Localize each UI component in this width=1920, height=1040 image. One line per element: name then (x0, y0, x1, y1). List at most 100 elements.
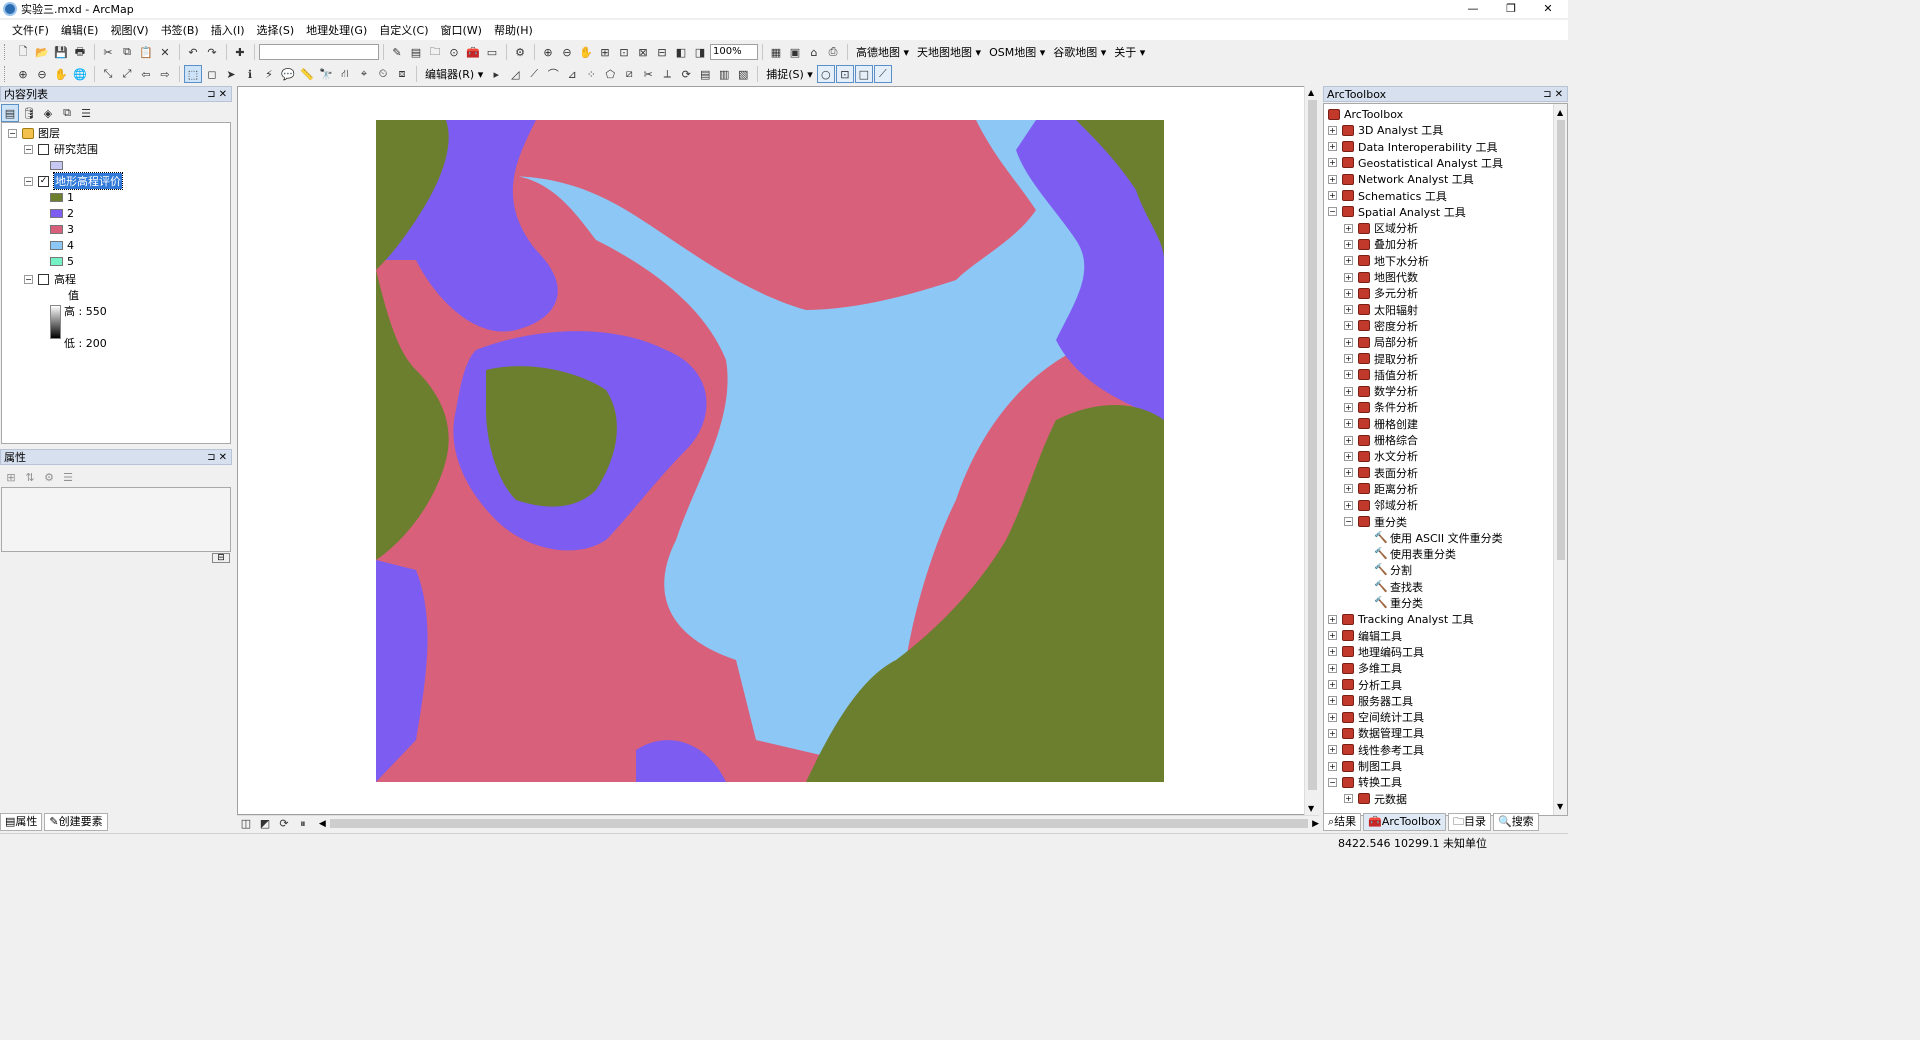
layer-name-selected[interactable]: 地形高程评价 (53, 172, 123, 190)
scroll-thumb[interactable] (1557, 120, 1565, 560)
legend-class-swatch[interactable] (50, 256, 63, 266)
list-by-source-icon[interactable]: 🛢 (20, 104, 38, 122)
toolset-item[interactable]: + 元数据 (1344, 791, 1407, 807)
back-icon[interactable]: ⇦ (137, 65, 155, 83)
expand-icon[interactable]: + (1344, 402, 1353, 412)
collapse-icon[interactable]: − (24, 176, 33, 186)
edit-vertices-icon[interactable]: ⬠ (601, 65, 619, 83)
layout-zoom-in-icon[interactable]: ⊕ (539, 43, 557, 61)
horizontal-scroll-thumb[interactable] (329, 819, 1309, 828)
expand-icon[interactable]: + (1344, 239, 1353, 249)
attr-tree-icon[interactable]: ⊞ (2, 468, 20, 486)
snapping-menu[interactable]: 捕捉(S) ▾ (762, 66, 817, 82)
expand-icon[interactable]: + (1328, 647, 1337, 657)
tool-item[interactable]: 🔨 使用表重分类 (1374, 546, 1456, 562)
toolbox-item[interactable]: + 多维工具 (1328, 660, 1402, 676)
expand-icon[interactable]: + (1344, 337, 1353, 347)
pause-drawing-icon[interactable]: ⏸ (294, 815, 312, 833)
toolbox-item[interactable]: + 地理编码工具 (1328, 644, 1424, 660)
fixed-zoom-out-icon[interactable]: ⤢ (118, 65, 136, 83)
menu-windows[interactable]: 窗口(W) (435, 22, 488, 38)
expand-icon[interactable]: + (1328, 614, 1337, 624)
expand-icon[interactable]: + (1344, 468, 1353, 478)
zoom-100-icon[interactable]: ⊡ (615, 43, 633, 61)
tool-item[interactable]: 🔨 重分类 (1374, 595, 1423, 611)
toolset-item[interactable]: + 栅格综合 (1344, 432, 1418, 448)
study-area-symbol[interactable] (50, 157, 67, 173)
vertex-snapping-icon[interactable]: □ (854, 65, 873, 83)
paste-icon[interactable]: 📋 (137, 43, 155, 61)
toolset-item[interactable]: + 叠加分析 (1344, 236, 1418, 252)
cut-icon[interactable]: ✂ (99, 43, 117, 61)
legend-class-row[interactable]: 4 (50, 237, 74, 253)
toolbar-grip[interactable] (4, 66, 10, 82)
toolset-item[interactable]: + 距离分析 (1344, 481, 1418, 497)
new-document-icon[interactable]: 🗋 (14, 43, 32, 61)
toolbox-item[interactable]: + 数据管理工具 (1328, 725, 1424, 741)
print-icon[interactable]: 🖶 (71, 43, 89, 61)
legend-class-swatch[interactable] (50, 192, 63, 202)
focus-frame-icon[interactable]: ▣ (786, 43, 804, 61)
toolset-item[interactable]: + 地图代数 (1344, 269, 1418, 285)
forward-icon[interactable]: ⇨ (156, 65, 174, 83)
edit-annotation-icon[interactable]: ◿ (506, 65, 524, 83)
list-by-selection-icon[interactable]: ⧉ (58, 104, 76, 122)
toolbox-item[interactable]: + Schematics 工具 (1328, 188, 1447, 204)
expand-icon[interactable]: + (1344, 256, 1353, 266)
toolbar-grip[interactable] (4, 44, 10, 60)
toolset-item[interactable]: + 提取分析 (1344, 351, 1418, 367)
toolset-item[interactable]: + 密度分析 (1344, 318, 1418, 334)
expand-icon[interactable]: + (1328, 125, 1337, 135)
toggle-draft-icon[interactable]: ▦ (767, 43, 785, 61)
expand-icon[interactable]: + (1328, 745, 1337, 755)
toolbox-item[interactable]: + 编辑工具 (1328, 628, 1402, 644)
zoom-in-icon[interactable]: ⊕ (14, 65, 32, 83)
attributes-pin-close[interactable]: ⊐ ✕ (207, 450, 227, 466)
basemap-google-menu[interactable]: 谷歌地图 ▾ (1049, 44, 1110, 60)
html-popup-icon[interactable]: 💬 (279, 65, 297, 83)
toc-layer-study-area[interactable]: − 研究范围 (24, 141, 98, 157)
toolbox-item[interactable]: +3D Analyst 工具 (1328, 122, 1443, 138)
toolset-item[interactable]: + 数学分析 (1344, 383, 1418, 399)
collapse-icon[interactable]: − (1328, 777, 1337, 787)
tab-create-features[interactable]: ✎ 创建要素 (44, 813, 108, 831)
change-layout-icon[interactable]: ⌂ (805, 43, 823, 61)
select-features-icon[interactable]: ⬚ (184, 65, 202, 83)
legend-class-swatch[interactable] (50, 208, 63, 218)
layer-visibility-checkbox[interactable]: ✓ (38, 175, 49, 187)
toolset-item[interactable]: + 多元分析 (1344, 285, 1418, 301)
attr-list-icon[interactable]: ☰ (59, 468, 77, 486)
collapse-icon[interactable]: − (24, 144, 33, 154)
toc-options-icon[interactable]: ☰ (77, 104, 95, 122)
menu-geoprocessing[interactable]: 地理处理(G) (300, 22, 373, 38)
attributes-splitter-icon[interactable]: ⊟ (212, 553, 230, 563)
menu-customize[interactable]: 自定义(C) (373, 22, 434, 38)
measure-icon[interactable]: 📏 (298, 65, 316, 83)
toolset-item[interactable]: − 重分类 (1344, 514, 1407, 530)
scroll-thumb[interactable] (1308, 100, 1317, 790)
attributes-icon[interactable]: ▤ (696, 65, 714, 83)
select-elements-icon[interactable]: ➤ (222, 65, 240, 83)
expand-icon[interactable]: + (1328, 761, 1337, 771)
time-slider-icon[interactable]: ⏲ (374, 65, 392, 83)
scroll-up-icon[interactable]: ▲ (1308, 88, 1314, 97)
menu-file[interactable]: 文件(F) (6, 22, 55, 38)
editor-menu[interactable]: 编辑器(R) ▾ (421, 66, 487, 82)
add-data-icon[interactable]: ✚ (231, 43, 249, 61)
expand-icon[interactable]: + (1344, 500, 1353, 510)
layer-name[interactable]: 高程 (54, 271, 76, 287)
collapse-icon[interactable]: − (1328, 207, 1337, 217)
sketch-properties-icon[interactable]: ▥ (715, 65, 733, 83)
tool-item[interactable]: 🔨 分割 (1374, 562, 1412, 578)
toolbox-item[interactable]: + 服务器工具 (1328, 693, 1413, 709)
toolbox-item[interactable]: + 线性参考工具 (1328, 742, 1424, 758)
toolbox-item[interactable]: + 分析工具 (1328, 677, 1402, 693)
scale-combo[interactable] (259, 44, 379, 60)
layer-visibility-checkbox[interactable] (38, 143, 49, 155)
expand-icon[interactable]: + (1328, 158, 1337, 168)
straight-segment-icon[interactable]: ⟋ (525, 65, 543, 83)
expand-icon[interactable]: + (1344, 451, 1353, 461)
pan-icon[interactable]: ✋ (52, 65, 70, 83)
tab-arctoolbox[interactable]: 🧰 ArcToolbox (1363, 813, 1446, 831)
menu-selection[interactable]: 选择(S) (251, 22, 301, 38)
